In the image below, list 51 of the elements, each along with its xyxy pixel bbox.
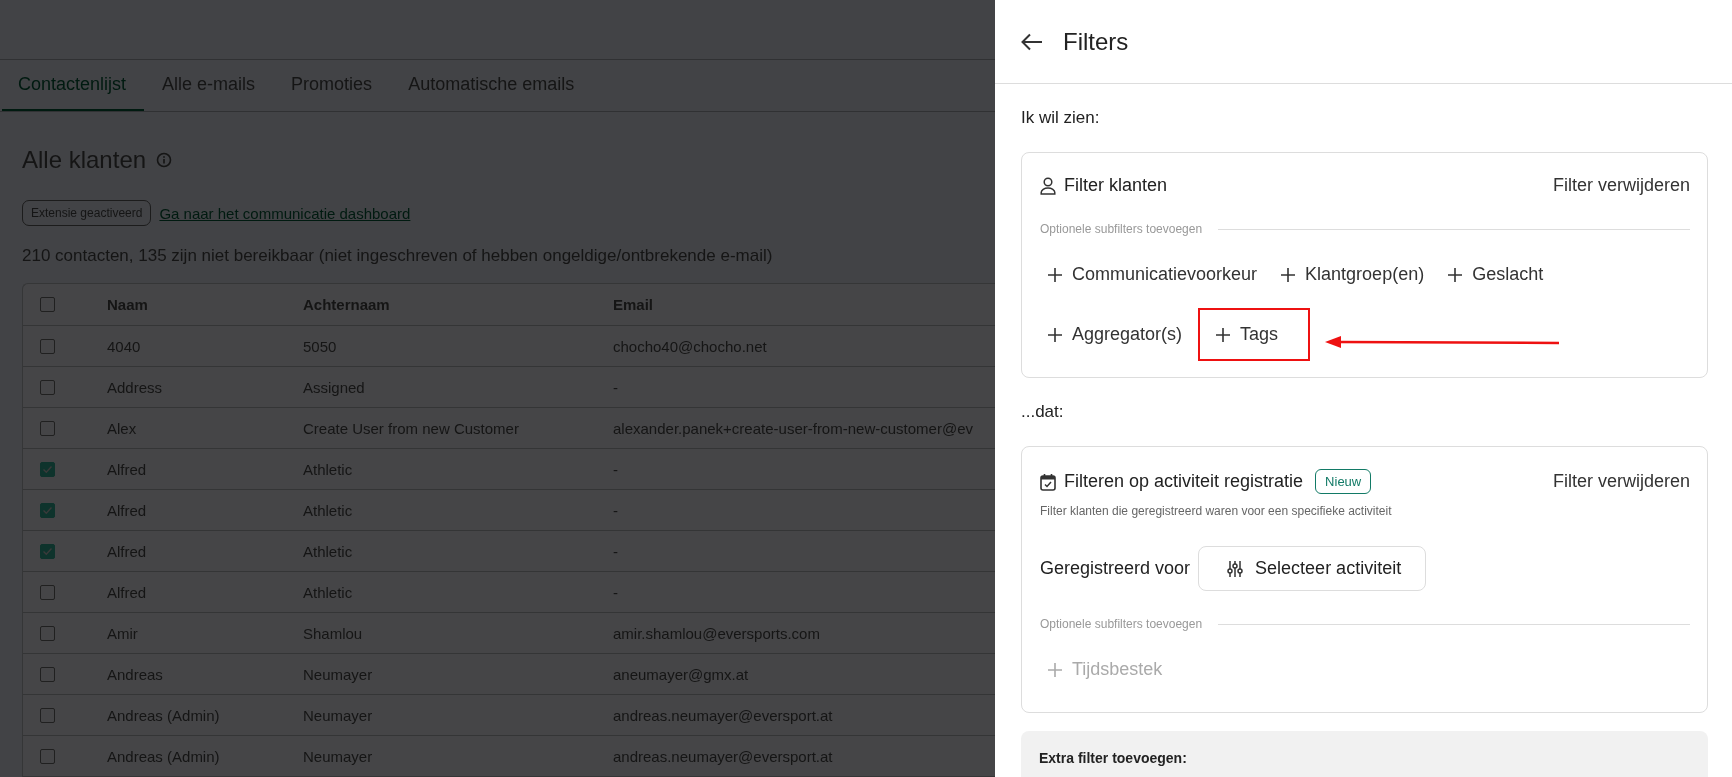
new-badge: Nieuw [1315, 469, 1372, 494]
checkbox[interactable] [40, 338, 55, 354]
filter-title: Filteren op activiteit registratie [1064, 471, 1304, 492]
checkbox[interactable] [40, 297, 55, 312]
plus-icon [1048, 662, 1062, 677]
checkbox[interactable] [40, 625, 55, 641]
panel-title: Filters [1063, 27, 1129, 56]
checkbox[interactable] [40, 666, 55, 682]
section-heading: Ik wil zien: [1021, 108, 1101, 128]
plus-icon [1048, 327, 1062, 342]
select-activity-button[interactable]: Selecteer activiteit [1198, 546, 1427, 591]
checkbox[interactable] [40, 748, 55, 764]
checkbox[interactable] [40, 707, 55, 723]
checkbox[interactable] [40, 461, 55, 477]
field-label: Geregistreerd voor [1040, 558, 1191, 579]
checkbox[interactable] [40, 379, 55, 395]
plus-icon [1048, 267, 1062, 282]
add-subfilter-button[interactable]: Geslacht [1440, 248, 1554, 301]
checkbox[interactable] [40, 543, 55, 559]
check-icon [42, 463, 53, 475]
add-subfilter-button[interactable]: Tags [1198, 308, 1311, 361]
section-heading: ...dat: [1021, 402, 1065, 422]
add-subfilter-button[interactable]: Aggregator(s) [1040, 308, 1193, 361]
checkbox[interactable] [40, 420, 55, 436]
plus-icon [1448, 267, 1463, 282]
plus-icon [1216, 327, 1231, 342]
checkbox[interactable] [40, 584, 55, 600]
add-subfilter-button[interactable]: Klantgroep(en) [1273, 248, 1435, 301]
table-cell: - [613, 378, 618, 396]
check-icon [42, 545, 53, 557]
info-icon[interactable] [156, 152, 173, 168]
plus-icon [1281, 267, 1296, 282]
sliders-icon [1227, 559, 1244, 578]
table-cell: - [613, 583, 618, 601]
calendar-check-icon [1040, 472, 1056, 491]
table-cell: - [613, 460, 618, 478]
add-subfilter-button[interactable]: Communicatievoorkeur [1040, 248, 1268, 301]
checkbox[interactable] [40, 502, 55, 518]
remove-filter-button[interactable]: Filter verwijderen [1552, 471, 1690, 492]
table-cell: - [613, 501, 618, 519]
check-icon [42, 504, 53, 516]
subfilter-label: Optionele subfilters toevoegen [1040, 617, 1203, 631]
table-cell: - [613, 542, 618, 560]
person-icon [1040, 176, 1056, 195]
subfilter-label: Optionele subfilters toevoegen [1040, 222, 1203, 236]
filter-title: Filter klanten [1064, 175, 1168, 196]
filter-description: Filter klanten die geregistreerd waren voor een specifieke activiteit [1040, 504, 1393, 518]
extra-filter-title: Extra filter toevoegen: [1039, 750, 1187, 766]
remove-filter-button[interactable]: Filter verwijderen [1552, 175, 1690, 196]
back-button[interactable] [1021, 32, 1043, 51]
back-arrow-icon [1021, 32, 1043, 51]
